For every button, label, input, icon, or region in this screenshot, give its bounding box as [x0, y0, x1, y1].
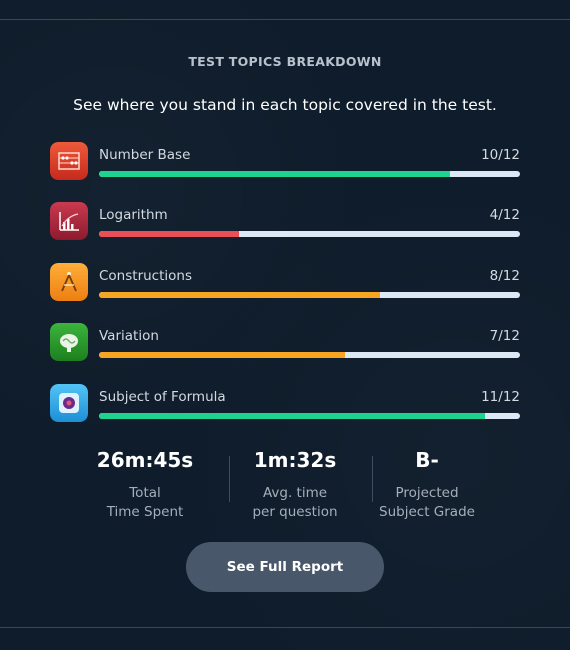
- grade-label-line2: Subject Grade: [379, 504, 475, 520]
- topic-progress-track: [99, 231, 520, 237]
- topic-score: 8/12: [489, 268, 520, 284]
- stat-grade: B- Projected Subject Grade: [352, 448, 502, 522]
- topic-progress-track: [99, 352, 520, 358]
- topic-name: Logarithm: [99, 207, 168, 223]
- grade-label-line1: Projected: [395, 485, 459, 501]
- stat-total-time: 26m:45s Total Time Spent: [70, 448, 220, 522]
- section-heading: TEST TOPICS BREAKDOWN: [188, 54, 382, 69]
- topic-progress-fill: [99, 231, 240, 237]
- topic-name: Constructions: [99, 268, 192, 284]
- grade-label: Projected Subject Grade: [352, 484, 502, 522]
- topic-progress-fill: [99, 352, 345, 358]
- topic-score: 4/12: [489, 207, 520, 223]
- bottom-divider: [0, 627, 570, 628]
- avg-time-label-line1: Avg. time: [262, 485, 328, 501]
- grade-value: B-: [415, 448, 439, 472]
- abacus-icon: [50, 142, 88, 180]
- topic-score: 10/12: [481, 147, 520, 163]
- topic-progress-track: [99, 413, 520, 419]
- log-graph-icon: [50, 202, 88, 240]
- topic-progress-track: [99, 171, 520, 177]
- section-subheading: See where you stand in each topic covere…: [73, 96, 497, 114]
- total-time-label-line2: Time Spent: [106, 504, 184, 520]
- topic-progress-fill: [99, 413, 485, 419]
- total-time-label: Total Time Spent: [70, 484, 220, 522]
- topic-name: Number Base: [99, 147, 191, 163]
- topic-progress-fill: [99, 171, 450, 177]
- see-full-report-button[interactable]: See Full Report: [186, 542, 384, 592]
- topic-row-constructions: Constructions 8/12: [50, 262, 520, 302]
- total-time-value: 26m:45s: [96, 448, 194, 472]
- topic-score: 11/12: [481, 389, 520, 405]
- brain-icon: [50, 323, 88, 361]
- avg-time-label: Avg. time per question: [220, 484, 370, 522]
- avg-time-label-line2: per question: [252, 504, 338, 520]
- total-time-label-line1: Total: [129, 485, 161, 501]
- stat-avg-time: 1m:32s Avg. time per question: [220, 448, 370, 522]
- top-divider: [0, 19, 570, 20]
- topic-row-variation: Variation 7/12: [50, 322, 520, 362]
- formula-icon: [50, 384, 88, 422]
- topic-progress-track: [99, 292, 520, 298]
- topic-row-number-base: Number Base 10/12: [50, 141, 520, 181]
- topic-progress-fill: [99, 292, 380, 298]
- topic-score: 7/12: [489, 328, 520, 344]
- topic-name: Subject of Formula: [99, 389, 226, 405]
- topic-name: Variation: [99, 328, 159, 344]
- stats-summary: 26m:45s Total Time Spent 1m:32s Avg. tim…: [60, 448, 515, 528]
- avg-time-value: 1m:32s: [253, 448, 337, 472]
- compass-icon: [50, 263, 88, 301]
- topic-row-logarithm: Logarithm 4/12: [50, 201, 520, 241]
- topic-row-subject-of-formula: Subject of Formula 11/12: [50, 383, 520, 423]
